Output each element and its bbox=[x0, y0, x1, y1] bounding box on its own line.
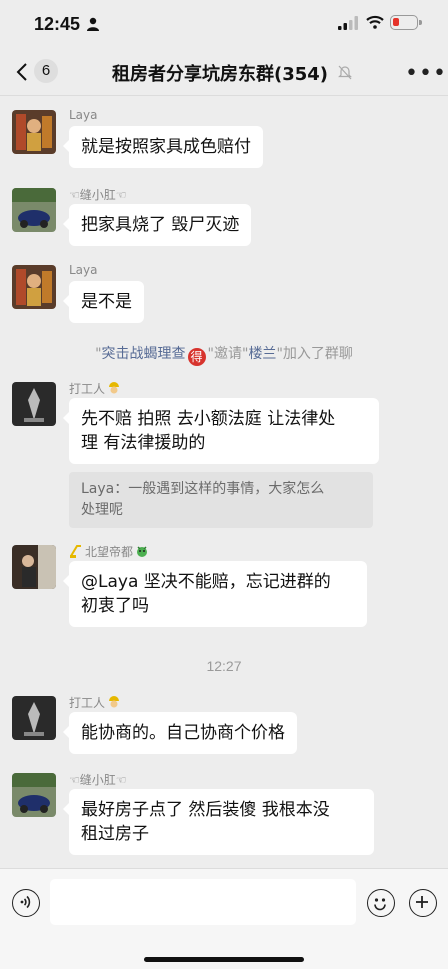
invitee-link[interactable]: 楼兰 bbox=[248, 346, 276, 362]
system-message: "突击战蝎理查得 "邀请"楼兰"加入了群聊 bbox=[95, 346, 353, 366]
quoted-message[interactable]: Laya：一般遇到这样的事情，大家怎么 处理呢 bbox=[69, 472, 373, 528]
status-time: 12:45 bbox=[34, 14, 81, 34]
avatar[interactable] bbox=[12, 188, 56, 232]
sender-name: Laya bbox=[69, 108, 98, 122]
stamp-badge: 得 bbox=[187, 348, 206, 366]
wifi-icon bbox=[366, 15, 384, 29]
plus-icon[interactable] bbox=[409, 889, 437, 917]
unread-badge[interactable]: 6 bbox=[34, 59, 58, 83]
chevron-left-icon[interactable] bbox=[12, 61, 34, 83]
worker-emoji-icon bbox=[107, 381, 121, 395]
person-icon bbox=[87, 17, 99, 31]
sender-name: 北望帝都 bbox=[69, 543, 149, 560]
mute-bell-icon bbox=[338, 65, 352, 80]
inviter-link[interactable]: 突击战蝎理查 bbox=[102, 346, 186, 362]
message-bubble[interactable]: 能协商的。自己协商个价格 bbox=[63, 712, 297, 754]
signal-icon bbox=[338, 16, 358, 30]
message-bubble[interactable]: @Laya 坚决不能赔，忘记进群的 初衷了吗 bbox=[63, 561, 367, 627]
battery-icon bbox=[390, 15, 422, 30]
voice-icon[interactable] bbox=[12, 889, 40, 917]
message-bubble[interactable]: 最好房子点了 然后装傻 我根本没 租过房子 bbox=[63, 789, 374, 855]
dragon-emoji-icon bbox=[135, 544, 149, 558]
avatar[interactable] bbox=[12, 382, 56, 426]
avatar[interactable] bbox=[12, 545, 56, 589]
message-bubble[interactable]: 就是按照家具成色赔付 bbox=[63, 126, 263, 168]
status-bar: 12:45 bbox=[0, 0, 448, 48]
message-bubble[interactable]: 先不赔 拍照 去小额法庭 让法律处 理 有法律援助的 bbox=[63, 398, 379, 464]
avatar[interactable] bbox=[12, 773, 56, 817]
emoji-icon[interactable] bbox=[367, 889, 395, 917]
chat-header: 6 租房者分享坑房东群(354) ••• bbox=[0, 48, 448, 96]
more-dots-icon[interactable]: ••• bbox=[405, 61, 447, 86]
crane-emoji-icon bbox=[69, 544, 83, 558]
avatar[interactable] bbox=[12, 696, 56, 740]
avatar[interactable] bbox=[12, 110, 56, 154]
chat-title: 租房者分享坑房东群(354) bbox=[112, 64, 329, 85]
message-input[interactable] bbox=[50, 879, 356, 925]
sender-name: Laya bbox=[69, 263, 98, 277]
sender-name: ☜缝小肛☜ bbox=[69, 188, 127, 202]
input-bar bbox=[0, 868, 448, 969]
sender-name: 打工人 bbox=[69, 380, 121, 397]
message-bubble[interactable]: 是不是 bbox=[63, 281, 144, 323]
home-indicator bbox=[144, 957, 304, 962]
worker-emoji-icon bbox=[107, 695, 121, 709]
timestamp: 12:27 bbox=[206, 658, 242, 674]
sender-name: 打工人 bbox=[69, 694, 121, 711]
sender-name: ☜缝小肛☜ bbox=[69, 773, 127, 787]
avatar[interactable] bbox=[12, 265, 56, 309]
message-bubble[interactable]: 把家具烧了 毁尸灭迹 bbox=[62, 204, 252, 246]
